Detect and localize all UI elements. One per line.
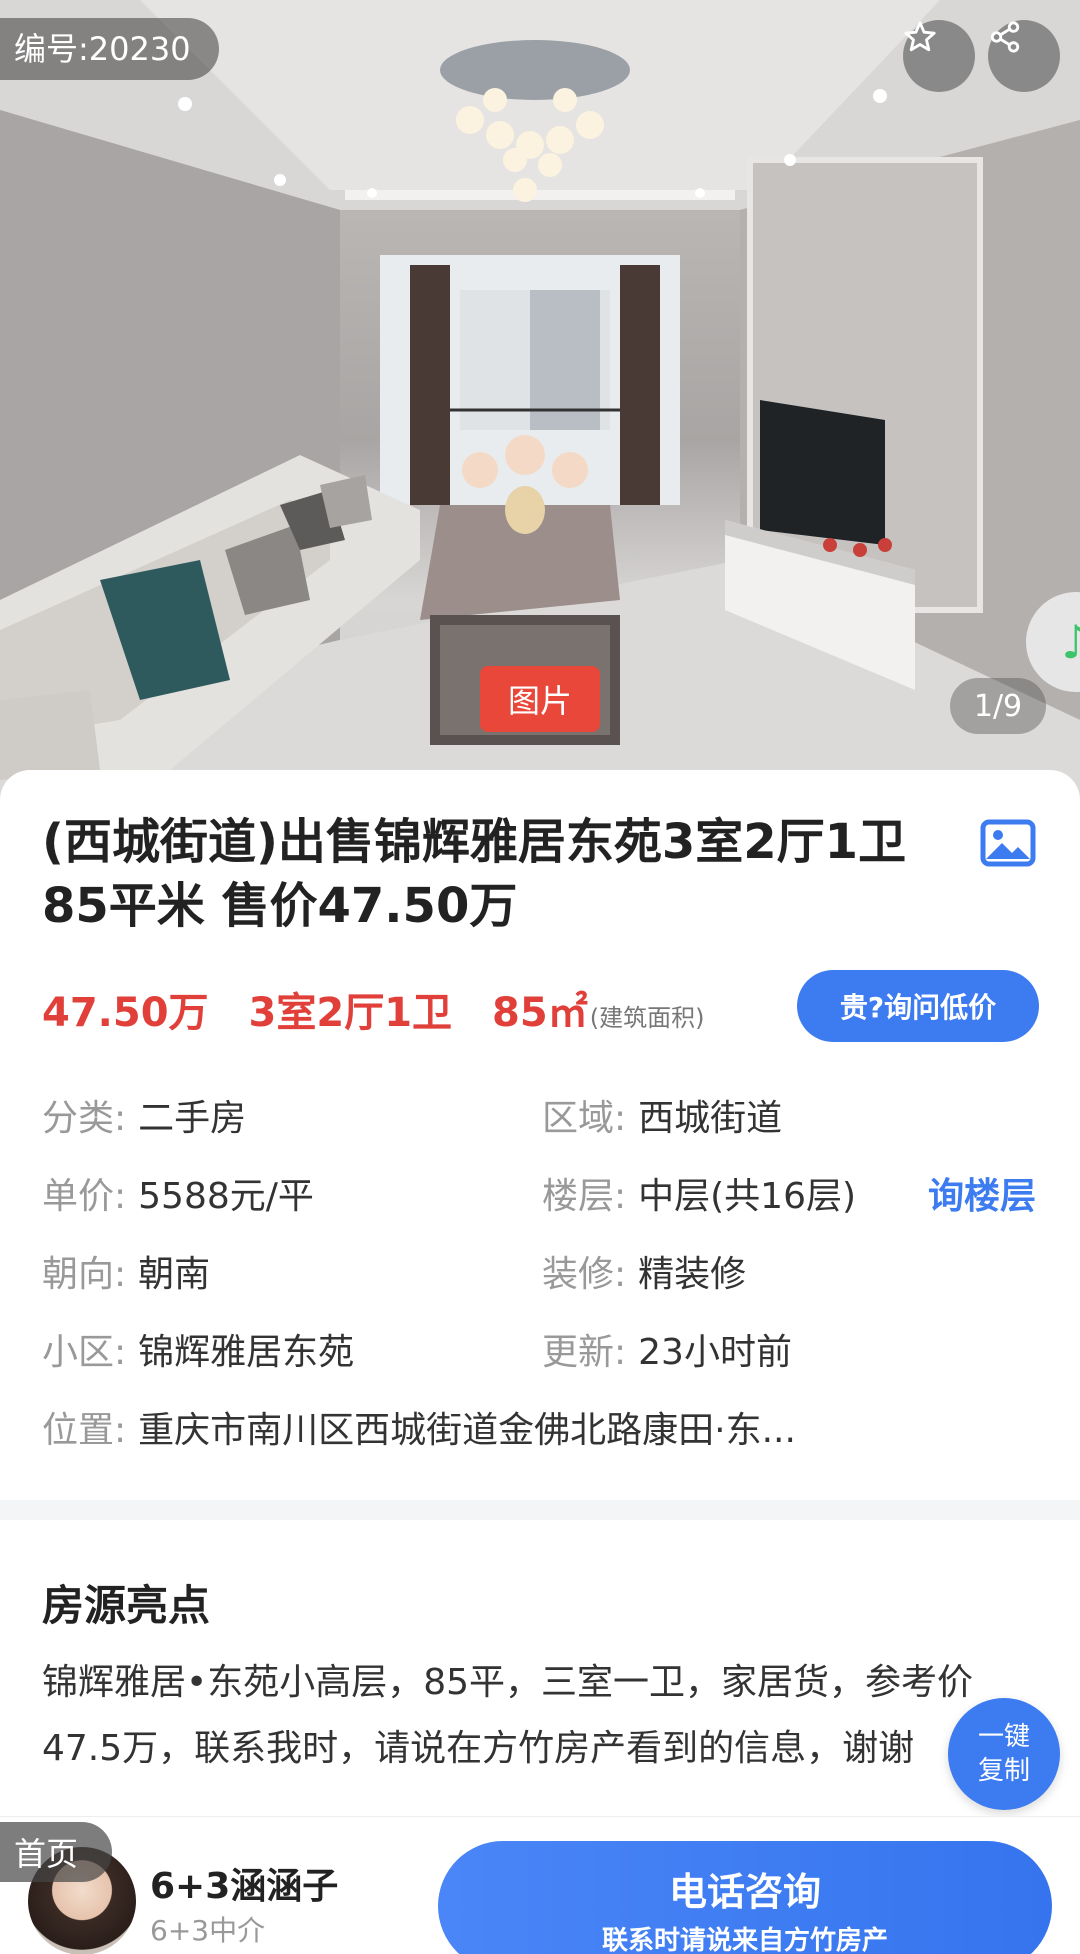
- favorite-button[interactable]: [903, 20, 975, 92]
- star-outline-icon: [904, 21, 936, 52]
- agent-name: 6+3涵涵子: [150, 1866, 339, 1907]
- share-icon: [990, 21, 1020, 53]
- ask-lower-price-button[interactable]: 贵?询问低价: [797, 970, 1039, 1042]
- listing-id-badge: 编号:20230: [0, 18, 219, 80]
- phone-consult-label: 电话咨询: [668, 1870, 821, 1914]
- copy-button-line1: 一键: [977, 1722, 1030, 1752]
- info-community: 小区: 锦辉雅居东苑: [42, 1332, 355, 1373]
- info-unit-price: 单价: 5588元/平: [42, 1176, 314, 1217]
- info-orientation: 朝向: 朝南: [42, 1254, 211, 1295]
- listing-photo[interactable]: 编号:20230 ♪ 图片 1/9: [0, 0, 1080, 800]
- highlights-title: 房源亮点: [42, 1581, 211, 1630]
- info-decoration: 装修: 精装修: [542, 1254, 747, 1295]
- copy-button[interactable]: 一键 复制: [948, 1698, 1060, 1810]
- copy-button-line2: 复制: [977, 1756, 1030, 1786]
- key-facts-row: 47.50万 3室2厅1卫 85㎡ (建筑面积): [42, 980, 704, 1050]
- area-note: (建筑面积): [589, 1004, 705, 1032]
- room-layout: 3室2厅1卫: [248, 990, 453, 1036]
- phone-consult-button[interactable]: 电话咨询 联系时请说来自方竹房产: [438, 1841, 1052, 1954]
- info-location[interactable]: 位置: 重庆市南川区西城街道金佛北路康田·东...: [42, 1392, 796, 1470]
- floor-area: 85㎡: [492, 990, 588, 1036]
- info-category: 分类: 二手房: [42, 1098, 247, 1139]
- agent-role: 6+3中介: [150, 1914, 266, 1947]
- info-district: 区域: 西城街道: [542, 1098, 783, 1139]
- home-button[interactable]: 首页: [0, 1822, 112, 1882]
- info-floor: 楼层: 中层(共16层): [542, 1176, 857, 1217]
- phone-consult-note: 联系时请说来自方竹房产: [601, 1926, 888, 1954]
- info-row: 单价: 5588元/平 楼层: 中层(共16层) 询楼层: [42, 1158, 1042, 1236]
- info-row: 位置: 重庆市南川区西城街道金佛北路康田·东...: [42, 1392, 1042, 1470]
- info-row: 分类: 二手房 区域: 西城街道: [42, 1080, 1042, 1158]
- listing-detail-card: (西城街道)出售锦辉雅居东苑3室2厅1卫85平米 售价47.50万 47.50万…: [0, 770, 1080, 1520]
- bottom-action-bar: 6+3涵涵子 6+3中介 电话咨询 联系时请说来自方竹房产: [0, 1816, 1080, 1954]
- total-price: 47.50万: [42, 990, 209, 1036]
- ask-floor-link[interactable]: 询楼层: [928, 1158, 1036, 1236]
- property-info-grid: 分类: 二手房 区域: 西城街道 单价: 5588元/平 楼层: 中层(共16层) 询楼…: [42, 1080, 1042, 1470]
- section-divider: [0, 1500, 1080, 1520]
- gallery-icon[interactable]: [980, 818, 1036, 868]
- info-row: 朝向: 朝南 装修: 精装修: [42, 1236, 1042, 1314]
- info-updated: 更新: 23小时前: [542, 1332, 792, 1373]
- photo-counter: 1/9: [950, 678, 1046, 734]
- listing-title: (西城街道)出售锦辉雅居东苑3室2厅1卫85平米 售价47.50万: [42, 814, 907, 934]
- info-row: 小区: 锦辉雅居东苑 更新: 23小时前: [42, 1314, 1042, 1392]
- photo-tab[interactable]: 图片: [480, 666, 600, 732]
- highlights-text: 锦辉雅居•东苑小高层，85平，三室一卫，家居货，参考价47.5万，联系我时，请说…: [42, 1662, 974, 1769]
- music-note-icon: ♪: [1061, 615, 1080, 669]
- share-button[interactable]: [988, 20, 1060, 92]
